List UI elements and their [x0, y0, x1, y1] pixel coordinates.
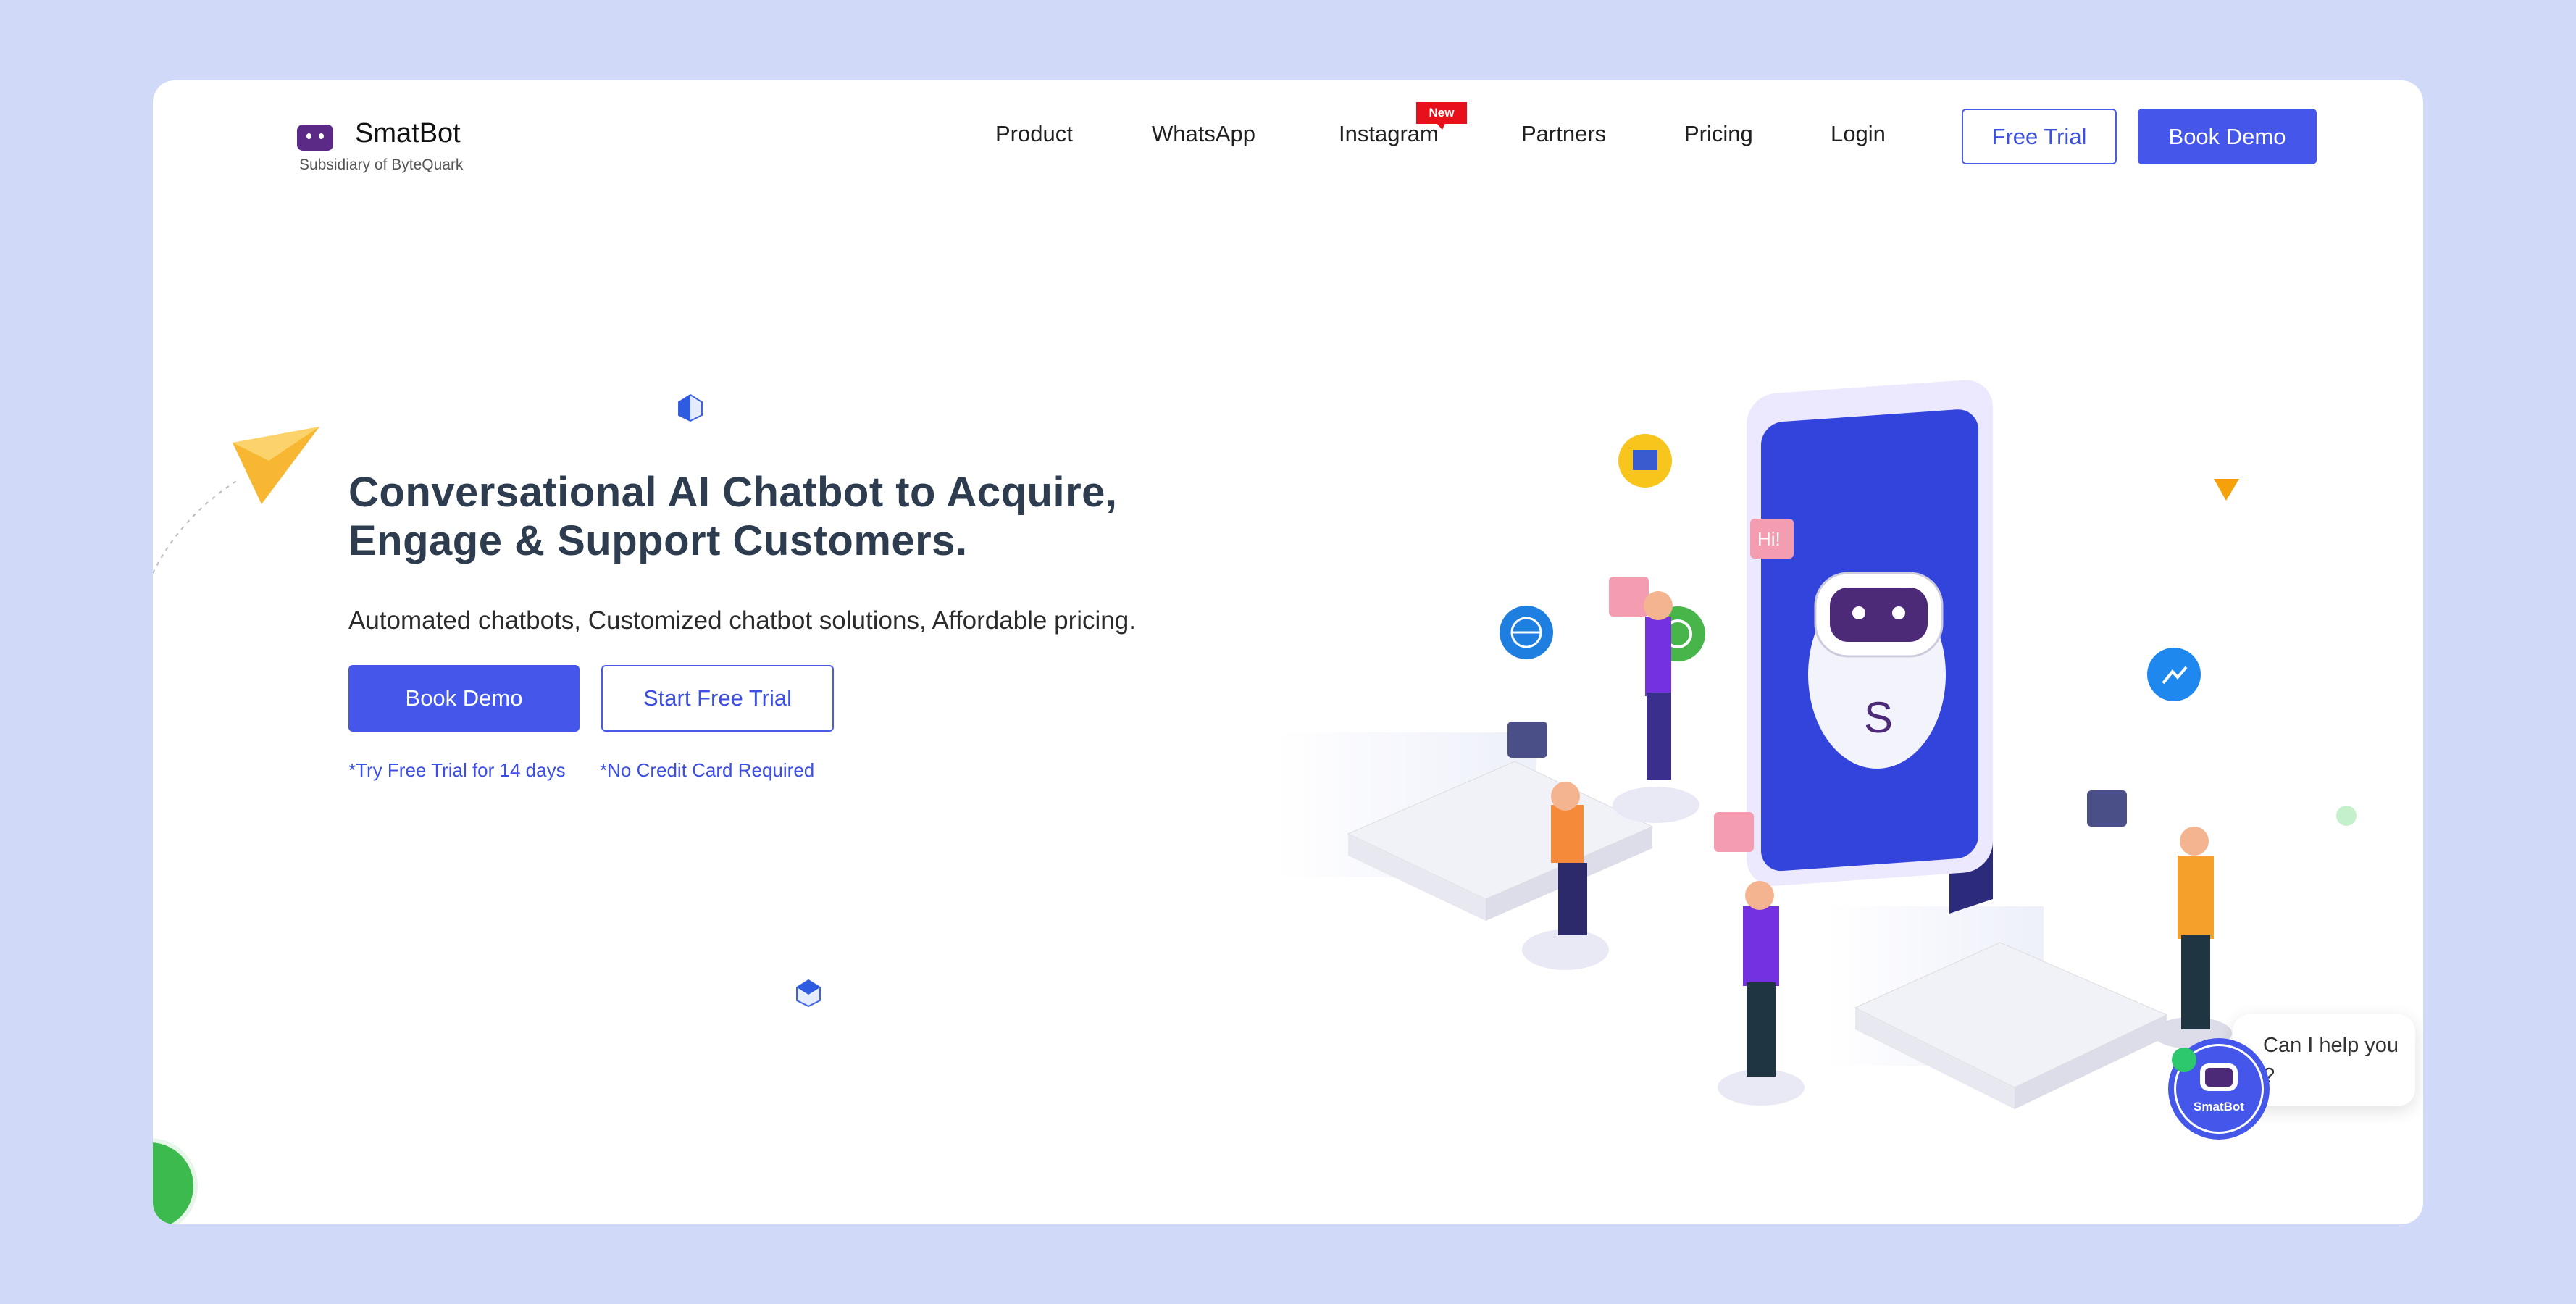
- nav-whatsapp[interactable]: WhatsApp: [1152, 121, 1255, 147]
- hero-title-line2: Engage & Support Customers.: [348, 517, 968, 564]
- hero-illustration: S Hi!: [1276, 380, 2357, 1109]
- no-card-note: *No Credit Card Required: [600, 759, 815, 781]
- paper-plane-icon: [153, 427, 319, 574]
- nav-instagram[interactable]: Instagram: [1339, 121, 1439, 147]
- robot-figure: S: [1808, 572, 1946, 769]
- brand-name[interactable]: SmatBot: [355, 118, 461, 149]
- hero-title-line1: Conversational AI Chatbot to Acquire,: [348, 469, 1118, 516]
- launcher-label: SmatBot: [2194, 1100, 2244, 1113]
- robot-logo-icon[interactable]: [297, 125, 333, 151]
- new-badge: New: [1416, 102, 1467, 130]
- cube-icon: [678, 393, 703, 422]
- person-phone: [1718, 881, 1805, 1106]
- nav-login[interactable]: Login: [1831, 121, 1886, 147]
- nav-partners[interactable]: Partners: [1521, 121, 1606, 147]
- svg-text:S: S: [1864, 693, 1893, 742]
- start-free-trial-button[interactable]: Start Free Trial: [601, 665, 834, 732]
- robot-icon: [2200, 1063, 2238, 1091]
- cube-icon: [796, 979, 821, 1008]
- nav-product[interactable]: Product: [995, 121, 1073, 147]
- whatsapp-chat-button[interactable]: [153, 1138, 198, 1224]
- messenger-icon: [2147, 648, 2201, 701]
- book-demo-button[interactable]: Book Demo: [348, 665, 580, 732]
- online-status-dot: [2172, 1048, 2196, 1072]
- svg-text:Hi!: Hi!: [1757, 528, 1781, 550]
- nav-pricing[interactable]: Pricing: [1684, 121, 1753, 147]
- hero-subtitle: Automated chatbots, Customized chatbot s…: [348, 606, 1136, 635]
- trial-note: *Try Free Trial for 14 days: [348, 759, 566, 781]
- brand-subtitle: Subsidiary of ByteQuark: [299, 156, 464, 173]
- free-trial-button[interactable]: Free Trial: [1962, 109, 2117, 164]
- hero-title: Conversational AI Chatbot to Acquire, En…: [348, 468, 1118, 565]
- book-demo-nav-button[interactable]: Book Demo: [2138, 109, 2317, 164]
- globe-icon: [1500, 606, 1553, 659]
- page-card: SmatBot Subsidiary of ByteQuark Product …: [153, 80, 2423, 1224]
